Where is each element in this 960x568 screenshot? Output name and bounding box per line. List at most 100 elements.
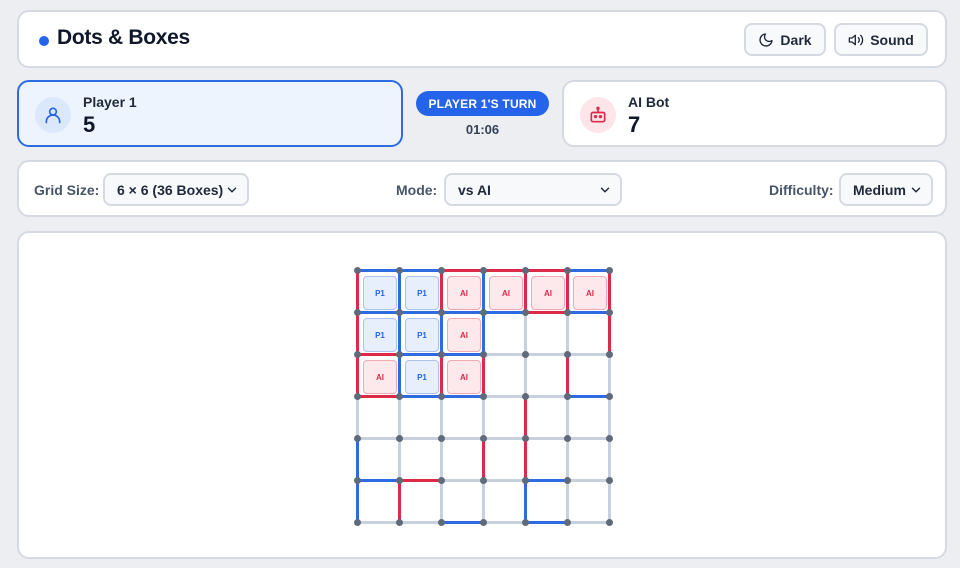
- horizontal-edge[interactable]: [441, 437, 483, 440]
- vertical-edge[interactable]: [356, 354, 359, 396]
- grid-dot: [564, 351, 571, 358]
- vertical-edge[interactable]: [566, 480, 569, 522]
- horizontal-edge[interactable]: [483, 479, 525, 482]
- horizontal-edge[interactable]: [441, 395, 483, 398]
- vertical-edge[interactable]: [524, 480, 527, 522]
- horizontal-edge[interactable]: [567, 521, 609, 524]
- sound-toggle-button[interactable]: Sound: [834, 23, 928, 56]
- vertical-edge[interactable]: [398, 270, 401, 312]
- horizontal-edge[interactable]: [483, 437, 525, 440]
- horizontal-edge[interactable]: [567, 311, 609, 314]
- mode-label: Mode:: [396, 182, 438, 198]
- horizontal-edge[interactable]: [525, 395, 567, 398]
- vertical-edge[interactable]: [608, 354, 611, 396]
- vertical-edge[interactable]: [398, 312, 401, 354]
- horizontal-edge[interactable]: [483, 269, 525, 272]
- grid-dot: [438, 393, 445, 400]
- horizontal-edge[interactable]: [483, 521, 525, 524]
- horizontal-edge[interactable]: [525, 353, 567, 356]
- horizontal-edge[interactable]: [525, 521, 567, 524]
- difficulty-select[interactable]: Medium: [839, 173, 933, 206]
- horizontal-edge[interactable]: [525, 437, 567, 440]
- vertical-edge[interactable]: [440, 354, 443, 396]
- horizontal-edge[interactable]: [567, 437, 609, 440]
- vertical-edge[interactable]: [524, 396, 527, 438]
- horizontal-edge[interactable]: [567, 479, 609, 482]
- grid-dot: [354, 519, 361, 526]
- vertical-edge[interactable]: [482, 396, 485, 438]
- horizontal-edge[interactable]: [567, 395, 609, 398]
- vertical-edge[interactable]: [608, 312, 611, 354]
- vertical-edge[interactable]: [398, 396, 401, 438]
- horizontal-edge[interactable]: [441, 311, 483, 314]
- vertical-edge[interactable]: [482, 354, 485, 396]
- vertical-edge[interactable]: [524, 438, 527, 480]
- dark-mode-button[interactable]: Dark: [744, 23, 826, 56]
- vertical-edge[interactable]: [398, 354, 401, 396]
- horizontal-edge[interactable]: [399, 521, 441, 524]
- horizontal-edge[interactable]: [525, 479, 567, 482]
- vertical-edge[interactable]: [482, 312, 485, 354]
- grid-dot: [522, 477, 529, 484]
- horizontal-edge[interactable]: [357, 521, 399, 524]
- vertical-edge[interactable]: [482, 480, 485, 522]
- horizontal-edge[interactable]: [567, 269, 609, 272]
- vertical-edge[interactable]: [398, 480, 401, 522]
- vertical-edge[interactable]: [566, 270, 569, 312]
- vertical-edge[interactable]: [356, 270, 359, 312]
- vertical-edge[interactable]: [356, 438, 359, 480]
- horizontal-edge[interactable]: [483, 311, 525, 314]
- vertical-edge[interactable]: [398, 438, 401, 480]
- vertical-edge[interactable]: [524, 354, 527, 396]
- vertical-edge[interactable]: [608, 480, 611, 522]
- vertical-edge[interactable]: [482, 270, 485, 312]
- vertical-edge[interactable]: [356, 396, 359, 438]
- vertical-edge[interactable]: [440, 396, 443, 438]
- horizontal-edge[interactable]: [525, 269, 567, 272]
- horizontal-edge[interactable]: [399, 353, 441, 356]
- horizontal-edge[interactable]: [399, 479, 441, 482]
- mode-select[interactable]: vs AI: [444, 173, 622, 206]
- horizontal-edge[interactable]: [441, 269, 483, 272]
- horizontal-edge[interactable]: [483, 353, 525, 356]
- horizontal-edge[interactable]: [441, 521, 483, 524]
- vertical-edge[interactable]: [566, 354, 569, 396]
- vertical-edge[interactable]: [566, 438, 569, 480]
- vertical-edge[interactable]: [608, 270, 611, 312]
- horizontal-edge[interactable]: [399, 437, 441, 440]
- grid-size-select[interactable]: 6 × 6 (36 Boxes): [103, 173, 249, 206]
- chevron-down-icon: [600, 187, 610, 193]
- horizontal-edge[interactable]: [357, 353, 399, 356]
- horizontal-edge[interactable]: [357, 269, 399, 272]
- horizontal-edge[interactable]: [567, 353, 609, 356]
- grid-dot: [522, 351, 529, 358]
- vertical-edge[interactable]: [566, 396, 569, 438]
- horizontal-edge[interactable]: [399, 311, 441, 314]
- horizontal-edge[interactable]: [399, 269, 441, 272]
- ai-score: 7: [628, 112, 641, 137]
- vertical-edge[interactable]: [440, 312, 443, 354]
- horizontal-edge[interactable]: [525, 311, 567, 314]
- vertical-edge[interactable]: [440, 438, 443, 480]
- vertical-edge[interactable]: [440, 270, 443, 312]
- horizontal-edge[interactable]: [399, 395, 441, 398]
- vertical-edge[interactable]: [482, 438, 485, 480]
- vertical-edge[interactable]: [356, 312, 359, 354]
- vertical-edge[interactable]: [440, 480, 443, 522]
- horizontal-edge[interactable]: [441, 353, 483, 356]
- vertical-edge[interactable]: [524, 270, 527, 312]
- grid-dot: [354, 435, 361, 442]
- horizontal-edge[interactable]: [357, 437, 399, 440]
- grid-dot: [480, 309, 487, 316]
- horizontal-edge[interactable]: [357, 479, 399, 482]
- horizontal-edge[interactable]: [357, 311, 399, 314]
- vertical-edge[interactable]: [608, 396, 611, 438]
- horizontal-edge[interactable]: [357, 395, 399, 398]
- claimed-box: AI: [447, 360, 481, 394]
- vertical-edge[interactable]: [608, 438, 611, 480]
- vertical-edge[interactable]: [524, 312, 527, 354]
- horizontal-edge[interactable]: [483, 395, 525, 398]
- vertical-edge[interactable]: [356, 480, 359, 522]
- horizontal-edge[interactable]: [441, 479, 483, 482]
- vertical-edge[interactable]: [566, 312, 569, 354]
